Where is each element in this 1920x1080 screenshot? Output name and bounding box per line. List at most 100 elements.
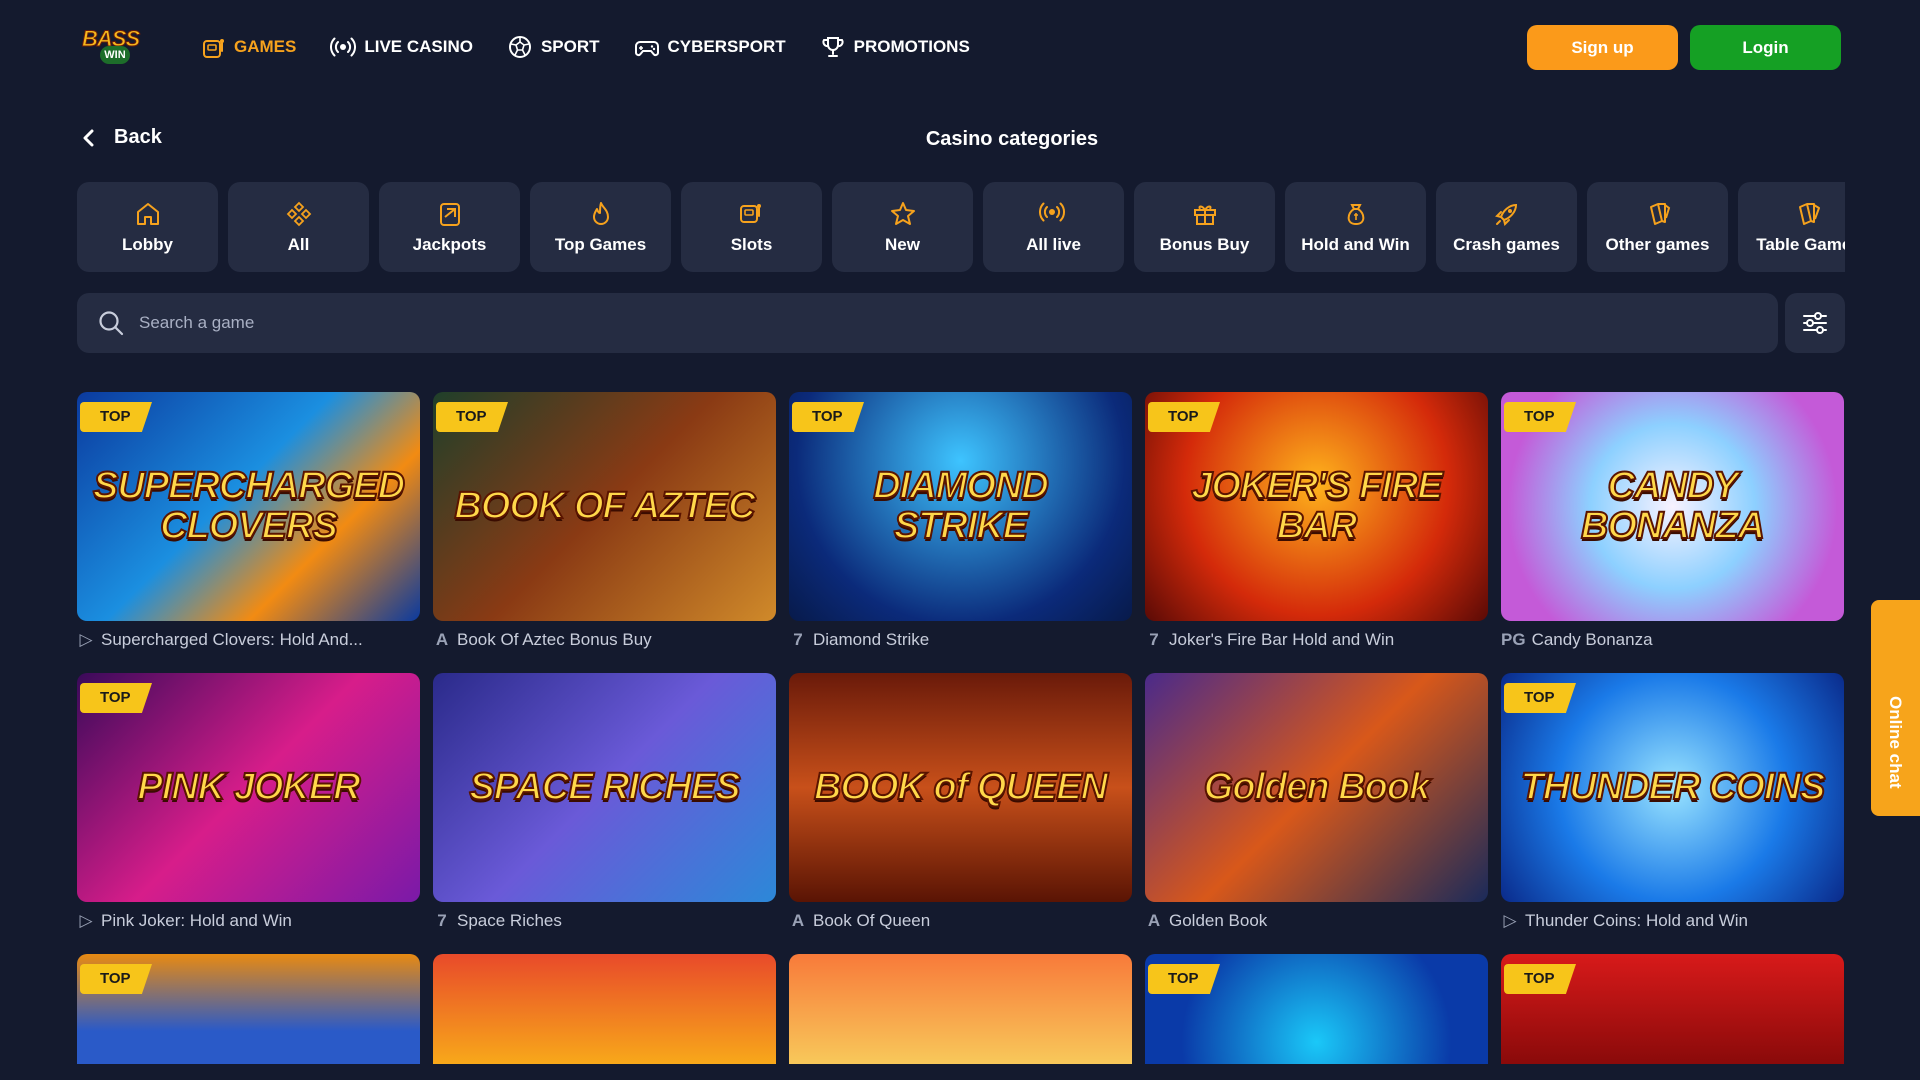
- category-label: Table Games: [1756, 235, 1845, 254]
- game-thumbnail[interactable]: TOP: [1501, 954, 1844, 1064]
- game-title-row: A Book Of Queen: [789, 910, 1132, 932]
- category-top-games[interactable]: Top Games: [530, 182, 671, 272]
- game-card[interactable]: TOP: [1145, 954, 1488, 1064]
- game-title: Book Of Queen: [813, 911, 931, 930]
- game-card[interactable]: TOP: [77, 954, 420, 1064]
- category-bar: Lobby All Jackpots Top Games Slots New All liv…: [77, 182, 1845, 272]
- gamepad-icon: [634, 41, 659, 57]
- game-thumbnail[interactable]: [789, 954, 1132, 1064]
- trophy-icon: [822, 37, 844, 57]
- nav-cybersport[interactable]: CYBERSPORT: [634, 32, 786, 62]
- category-label: Hold and Win: [1301, 235, 1410, 254]
- game-card[interactable]: BOOK OF AZTEC TOP A Book Of Aztec Bonus Buy: [433, 392, 776, 651]
- category-label: Other games: [1605, 235, 1710, 254]
- online-chat-tab[interactable]: Online chat: [1871, 600, 1920, 816]
- game-thumbnail[interactable]: PINK JOKER TOP: [77, 673, 420, 902]
- category-all[interactable]: All: [228, 182, 369, 272]
- online-chat-label: Online chat: [1886, 696, 1905, 789]
- category-other-games[interactable]: Other games: [1587, 182, 1728, 272]
- game-card[interactable]: TOP: [1501, 954, 1844, 1064]
- game-art: BOOK of QUEEN: [789, 673, 1132, 902]
- top-badge: TOP: [1504, 683, 1576, 713]
- category-all-live[interactable]: All live: [983, 182, 1124, 272]
- game-thumbnail[interactable]: TOP: [77, 954, 420, 1064]
- provider-logo-icon: PG: [1501, 630, 1526, 649]
- game-card[interactable]: [789, 954, 1132, 1064]
- category-label: All live: [1026, 235, 1081, 254]
- nav-sport[interactable]: SPORT: [507, 32, 600, 62]
- flame-icon: [592, 202, 609, 225]
- category-bonus-buy[interactable]: Bonus Buy: [1134, 182, 1275, 272]
- game-card[interactable]: Golden Book A Golden Book: [1145, 673, 1488, 932]
- game-title: Candy Bonanza: [1531, 630, 1653, 649]
- game-title: Space Riches: [457, 911, 562, 930]
- game-title-row: PG Candy Bonanza: [1501, 629, 1844, 651]
- top-badge: TOP: [80, 964, 152, 994]
- nav-games[interactable]: GAMES: [200, 32, 296, 62]
- game-title-row: 7 Diamond Strike: [789, 629, 1132, 651]
- provider-logo-icon: ▷: [79, 911, 93, 930]
- logo-text-bottom: WIN: [100, 46, 130, 64]
- search-icon: [99, 311, 124, 336]
- game-thumbnail[interactable]: DIAMOND STRIKE TOP: [789, 392, 1132, 621]
- gift-icon: [1193, 205, 1216, 225]
- jackpot-icon: [439, 203, 460, 226]
- game-thumbnail[interactable]: Golden Book: [1145, 673, 1488, 902]
- provider-logo-icon: A: [791, 911, 805, 930]
- game-art-text: SPACE RICHES: [468, 765, 741, 808]
- soccer-ball-icon: [508, 36, 531, 58]
- category-lobby[interactable]: Lobby: [77, 182, 218, 272]
- category-slots[interactable]: Slots: [681, 182, 822, 272]
- page-title: Casino categories: [925, 128, 1099, 150]
- game-thumbnail[interactable]: BOOK of QUEEN: [789, 673, 1132, 902]
- nav-live-casino[interactable]: LIVE CASINO: [330, 32, 473, 62]
- category-crash-games[interactable]: Crash games: [1436, 182, 1577, 272]
- top-header: BASS WIN GAMES LIVE CASINO SPORT CYBERSPORT…: [0, 0, 1920, 96]
- game-art-text: Golden Book: [1203, 765, 1431, 808]
- game-title: Pink Joker: Hold and Win: [101, 911, 292, 930]
- game-card[interactable]: BOOK of QUEEN A Book Of Queen: [789, 673, 1132, 932]
- star-icon: [890, 202, 915, 225]
- nav-promotions[interactable]: PROMOTIONS: [820, 32, 970, 62]
- category-new[interactable]: New: [832, 182, 973, 272]
- category-label: All: [287, 235, 310, 254]
- game-card[interactable]: THUNDER COINS TOP ▷ Thunder Coins: Hold and…: [1501, 673, 1844, 932]
- top-badge: TOP: [792, 402, 864, 432]
- cards-fan-icon: [1649, 203, 1670, 225]
- signup-button[interactable]: Sign up: [1527, 25, 1678, 70]
- category-jackpots[interactable]: Jackpots: [379, 182, 520, 272]
- game-card[interactable]: CANDY BONANZA TOP PG Candy Bonanza: [1501, 392, 1844, 651]
- game-thumbnail[interactable]: [433, 954, 776, 1064]
- filter-button[interactable]: [1785, 293, 1845, 353]
- game-art-text: DIAMOND STRIKE: [872, 464, 1050, 547]
- game-title: Joker's Fire Bar Hold and Win: [1169, 630, 1395, 649]
- category-table-games[interactable]: Table Games: [1738, 182, 1845, 272]
- game-title-row: ▷ Pink Joker: Hold and Win: [77, 910, 420, 932]
- search-input[interactable]: [137, 312, 1778, 334]
- game-title: Thunder Coins: Hold and Win: [1525, 911, 1749, 930]
- game-thumbnail[interactable]: BOOK OF AZTEC TOP: [433, 392, 776, 621]
- game-card[interactable]: [433, 954, 776, 1064]
- category-hold-and-win[interactable]: Hold and Win: [1285, 182, 1426, 272]
- search-bar: [77, 293, 1778, 353]
- game-thumbnail[interactable]: THUNDER COINS TOP: [1501, 673, 1844, 902]
- nav-label: GAMES: [234, 37, 297, 56]
- game-title-row: ▷ Thunder Coins: Hold and Win: [1501, 910, 1844, 932]
- game-card[interactable]: DIAMOND STRIKE TOP 7 Diamond Strike: [789, 392, 1132, 651]
- bass-win-logo[interactable]: BASS WIN: [80, 26, 152, 66]
- game-thumbnail[interactable]: SUPERCHARGED CLOVERS TOP: [77, 392, 420, 621]
- table-cards-icon: [1798, 203, 1820, 225]
- login-button[interactable]: Login: [1690, 25, 1841, 70]
- top-badge: TOP: [1148, 402, 1220, 432]
- game-thumbnail[interactable]: JOKER'S FIRE BAR TOP: [1145, 392, 1488, 621]
- game-card[interactable]: SUPERCHARGED CLOVERS TOP ▷ Supercharged Clo…: [77, 392, 420, 651]
- top-badge: TOP: [436, 402, 508, 432]
- game-art-text: JOKER'S FIRE BAR: [1190, 464, 1443, 547]
- game-thumbnail[interactable]: SPACE RICHES: [433, 673, 776, 902]
- game-card[interactable]: SPACE RICHES 7 Space Riches: [433, 673, 776, 932]
- game-thumbnail[interactable]: TOP: [1145, 954, 1488, 1064]
- game-card[interactable]: JOKER'S FIRE BAR TOP 7 Joker's Fire Bar Hol…: [1145, 392, 1488, 651]
- game-thumbnail[interactable]: CANDY BONANZA TOP: [1501, 392, 1844, 621]
- game-card[interactable]: PINK JOKER TOP ▷ Pink Joker: Hold and Win: [77, 673, 420, 932]
- slot-machine-icon: [203, 39, 224, 58]
